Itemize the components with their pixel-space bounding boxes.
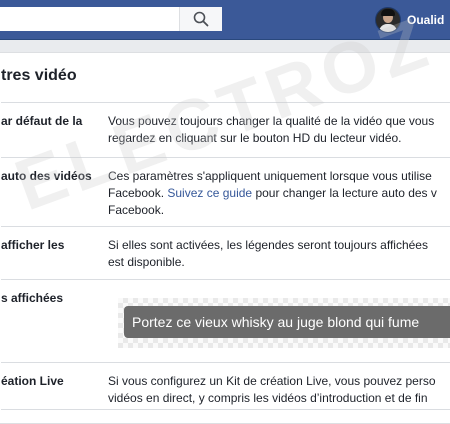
description-line: Si elles sont activées, les légendes ser… [108,238,428,252]
caption-preview: Portez ce vieux whisky au juge blond qui… [118,298,450,348]
search-input[interactable] [0,7,179,31]
profile-link[interactable]: Oualid [375,6,444,33]
setting-description: Si elles sont activées, les légendes ser… [108,237,450,271]
setting-row-live-creative-kit[interactable]: éation Live Si vous configurez un Kit de… [0,363,450,415]
setting-description: Ces paramètres s'appliquent uniquement l… [108,168,450,219]
setting-label: afficher les [1,238,65,252]
setting-row-video-quality[interactable]: ar défaut de la Vous pouvez toujours cha… [0,103,450,156]
page-title: tres vidéo [1,67,77,84]
search-button[interactable] [179,7,222,31]
caption-preview-text: Portez ce vieux whisky au juge blond qui… [132,314,420,330]
avatar[interactable] [375,6,401,33]
description-line: est disponible. [108,255,185,269]
description-line: Vous pouvez toujours changer la qualité … [108,114,435,128]
setting-description: Vous pouvez toujours changer la qualité … [108,113,450,147]
description-line: vidéos en direct, y compris les vidéos d… [108,391,428,405]
divider [1,409,450,410]
description-line: Facebook. [108,203,165,217]
guide-link[interactable]: Suivez ce guide [167,186,252,200]
top-navigation-bar: Oualid [0,0,450,40]
caption-preview-box: Portez ce vieux whisky au juge blond qui… [124,306,450,338]
setting-label: s affichées [1,291,64,305]
setting-description: Si vous configurez un Kit de création Li… [108,373,450,407]
setting-label: éation Live [1,374,64,388]
setting-row-autoplay[interactable]: auto des vidéos Ces paramètres s'appliqu… [0,158,450,225]
description-line: Ces paramètres s'appliquent uniquement l… [108,169,432,183]
profile-name[interactable]: Oualid [407,13,444,27]
description-line: Si vous configurez un Kit de création Li… [108,374,436,388]
setting-label: auto des vidéos [1,169,92,183]
description-line: regardez en cliquant sur le bouton HD du… [108,131,402,145]
setting-label: ar défaut de la [1,114,83,128]
video-settings-panel: tres vidéo ar défaut de la Vous pouvez t… [0,52,450,424]
description-text: Facebook. [108,186,168,200]
search-icon [193,11,209,27]
description-text: pour changer la lecture auto des v [252,186,437,200]
setting-row-show-captions[interactable]: afficher les Si elles sont activées, les… [0,227,450,278]
description-line: Facebook. Suivez ce guide pour changer l… [108,185,450,202]
